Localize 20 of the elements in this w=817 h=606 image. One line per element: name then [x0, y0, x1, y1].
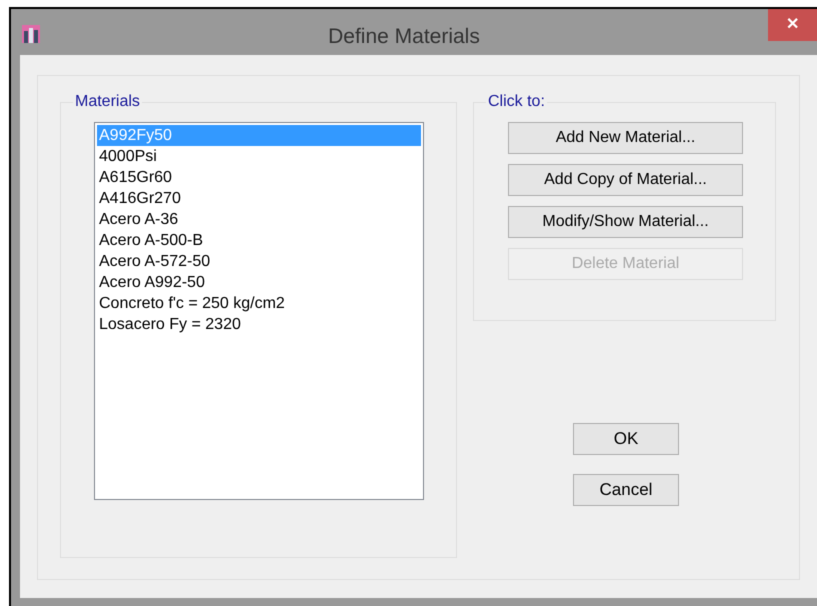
- window-title: Define Materials: [327, 24, 481, 50]
- action-button[interactable]: Modify/Show Material...: [508, 206, 743, 238]
- app-icon: [22, 25, 40, 43]
- list-item[interactable]: Acero A992-50: [97, 272, 421, 293]
- close-button[interactable]: ✕: [768, 9, 817, 41]
- list-item[interactable]: Acero A-572-50: [97, 251, 421, 272]
- action-button[interactable]: Add New Material...: [508, 122, 743, 154]
- list-item[interactable]: Acero A-500-B: [97, 230, 421, 251]
- dialog-button[interactable]: Cancel: [573, 474, 679, 506]
- list-item[interactable]: Losacero Fy = 2320: [97, 314, 421, 335]
- materials-list[interactable]: A992Fy50 4000Psi A615Gr60 A416Gr270 Acero A-36 Acero A-500-B Acero A-572-50 Acero A992-50 Concreto f'c = 250 kg/cm2 Losacero Fy = 2320: [94, 122, 424, 500]
- group-label: Materials: [74, 92, 141, 112]
- action-button[interactable]: Add Copy of Material...: [508, 164, 743, 196]
- list-item[interactable]: 4000Psi: [97, 146, 421, 167]
- group-label: Click to:: [487, 92, 546, 112]
- list-item[interactable]: A416Gr270: [97, 188, 421, 209]
- dialog-button[interactable]: OK: [573, 423, 679, 455]
- list-item[interactable]: Concreto f'c = 250 kg/cm2: [97, 293, 421, 314]
- list-item[interactable]: A615Gr60: [97, 167, 421, 188]
- list-item[interactable]: Acero A-36: [97, 209, 421, 230]
